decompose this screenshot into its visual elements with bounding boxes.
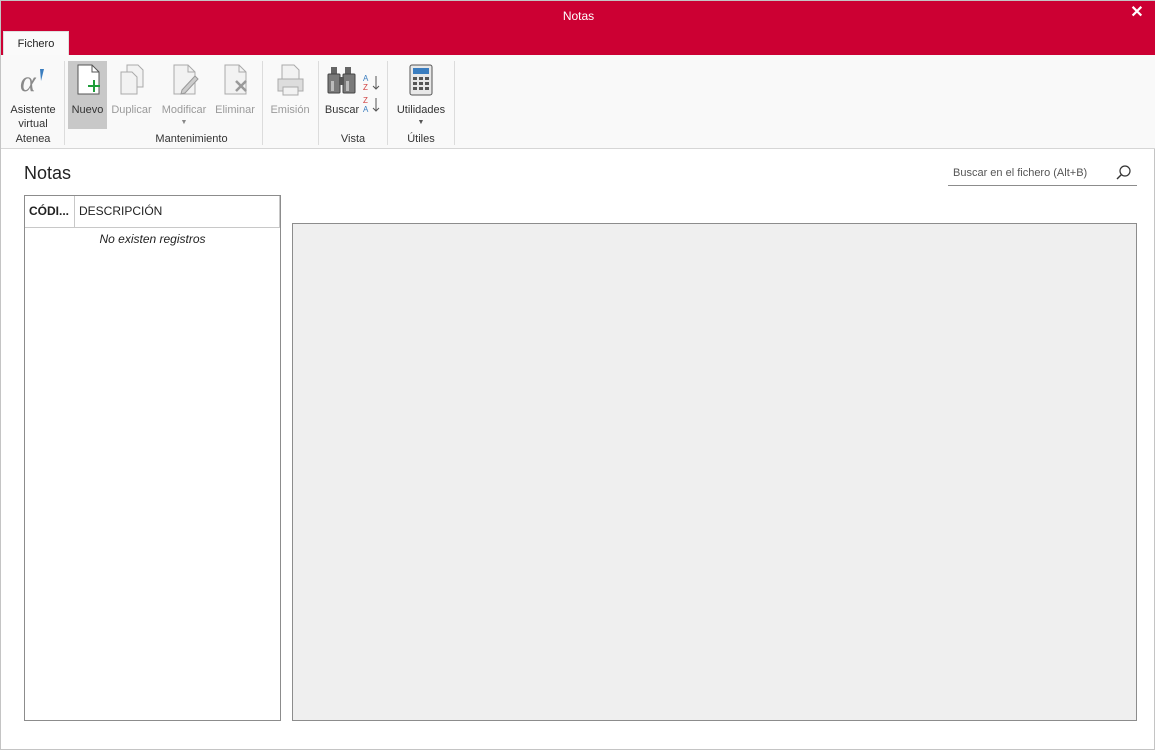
window-title: Notas [562,9,595,23]
duplicate-icon [116,63,148,100]
svg-text:A: A [363,74,369,83]
ribbon: α Asistente virtual Atenea Nuevo Duplica… [1,55,1155,149]
sort-descending-button[interactable]: Z A [362,95,382,115]
page-title: Notas [24,163,72,183]
search-box [948,161,1137,186]
tab-fichero[interactable]: Fichero [3,31,69,55]
printer-icon [274,63,306,100]
search-input[interactable] [953,165,1103,181]
modificar-label: Modificar [161,104,207,116]
svg-text:α: α [20,65,37,97]
utilidades-button[interactable]: Utilidades ▼ [392,61,450,131]
records-grid[interactable]: CÓDI... DESCRIPCIÓN No existen registros [24,195,281,721]
app-window: Notas ✕ Fichero α Asistente virtual Aten… [0,0,1155,750]
nuevo-button[interactable]: Nuevo [68,61,107,129]
group-label-vista: Vista [340,133,366,145]
buscar-button[interactable]: Buscar [322,61,362,131]
asistente-virtual-button[interactable]: α Asistente virtual [5,61,61,131]
svg-text:A: A [363,105,369,114]
nuevo-label: Nuevo [71,104,104,116]
asistente-label-line1: Asistente [10,104,56,116]
column-divider [279,196,280,227]
column-header-descripcion[interactable]: DESCRIPCIÓN [76,196,276,227]
empty-message: No existen registros [99,232,206,246]
calculator-icon [406,63,436,100]
title-bar: Notas ✕ Fichero [1,1,1155,55]
duplicar-label: Duplicar [111,104,152,116]
new-document-icon [72,63,104,100]
group-label-utiles: Útiles [407,133,435,145]
utilidades-label: Utilidades [396,104,446,116]
sort-ascending-icon: A Z [362,73,382,96]
search-icon[interactable] [1115,164,1133,187]
group-label-mantenimiento: Mantenimiento [155,133,228,145]
grid-header: CÓDI... DESCRIPCIÓN [25,196,280,228]
sort-ascending-button[interactable]: A Z [362,73,382,93]
group-separator [64,61,65,145]
chevron-down-icon: ▼ [417,119,425,126]
emision-button[interactable]: Emisión [266,61,314,131]
duplicar-button[interactable]: Duplicar [108,61,155,131]
close-button[interactable]: ✕ [1126,4,1148,24]
group-label-atenea: Atenea [15,133,51,145]
chevron-down-icon: ▼ [180,119,188,126]
edit-document-icon [168,63,200,100]
detail-panel [292,223,1137,721]
asistente-label-line2: virtual [18,118,48,130]
svg-text:Z: Z [363,96,368,105]
sort-descending-icon: Z A [362,95,382,118]
binoculars-icon [325,63,359,100]
alpha-icon: α [16,63,50,100]
column-header-codigo[interactable]: CÓDI... [25,196,75,227]
group-separator [387,61,388,145]
buscar-label: Buscar [324,104,360,116]
modificar-button[interactable]: Modificar ▼ [157,61,211,131]
svg-text:Z: Z [363,83,368,92]
group-separator [454,61,455,145]
eliminar-label: Eliminar [215,104,255,116]
delete-document-icon [219,63,251,100]
eliminar-button[interactable]: Eliminar [212,61,258,131]
emision-label: Emisión [270,104,310,116]
